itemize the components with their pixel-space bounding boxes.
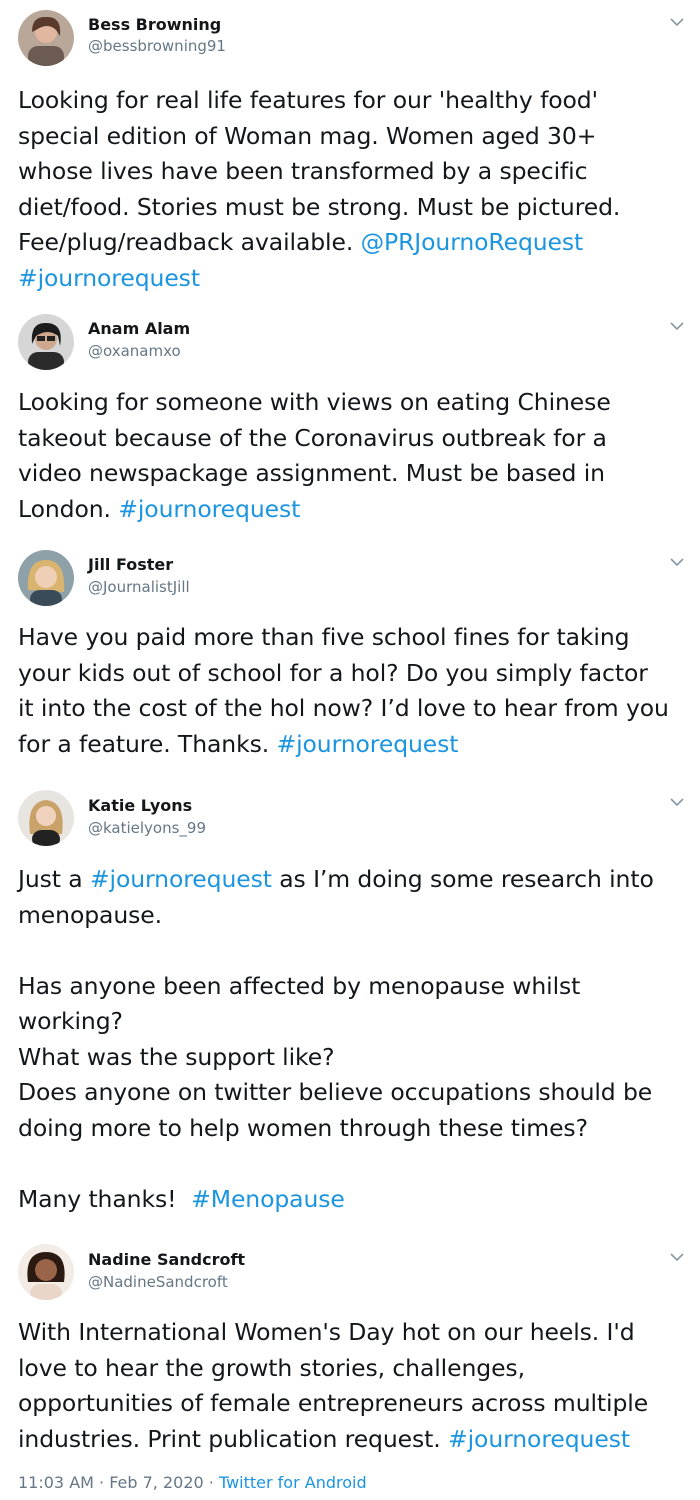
chevron-down-icon[interactable] (668, 1251, 686, 1265)
chevron-down-icon[interactable] (668, 16, 686, 30)
tweet-line: industries. Print publication request. #… (18, 1424, 630, 1453)
tweet-line: Has anyone been affected by menopause wh… (18, 971, 581, 1000)
author-handle[interactable]: @NadineSandcroft (88, 1273, 228, 1291)
tweet-line: Many thanks! #Menopause (18, 1184, 345, 1213)
hashtag-link[interactable]: #journorequest (276, 730, 458, 758)
chevron-down-icon[interactable] (668, 320, 686, 334)
author-name[interactable]: Jill Foster (88, 555, 173, 574)
tweet-line: love to hear the growth stories, challen… (18, 1353, 525, 1382)
tweet-line: What was the support like? (18, 1042, 335, 1071)
avatar[interactable] (18, 1244, 74, 1300)
tweet-line: for a feature. Thanks. #journorequest (18, 729, 459, 758)
tweet-source-link[interactable]: Twitter for Android (219, 1473, 367, 1492)
hashtag-link[interactable]: #journorequest (18, 264, 200, 292)
author-handle[interactable]: @bessbrowning91 (88, 37, 226, 55)
tweet-line: Looking for real life features for our '… (18, 86, 598, 114)
tweet-text: Just a #journorequest as I’m doing some … (18, 862, 694, 1217)
tweet-line: it into the cost of the hol now? I’d lov… (18, 694, 669, 722)
tweet-line: video newspackage assignment. Must be ba… (18, 459, 605, 487)
tweet-line: Have you paid more than five school fine… (18, 623, 630, 651)
tweet-line: working? (18, 1007, 123, 1035)
tweet-line: Looking for someone with views on eating… (18, 388, 611, 416)
tweet-line: #journorequest (18, 261, 694, 297)
chevron-down-icon[interactable] (668, 556, 686, 570)
author-handle[interactable]: @katielyons_99 (88, 819, 206, 837)
tweet-line: menopause. (18, 900, 163, 929)
tweet-line: diet/food. Stories must be strong. Must … (18, 192, 621, 221)
tweet-line: With International Women's Day hot on ou… (18, 1318, 635, 1346)
chevron-down-icon[interactable] (668, 796, 686, 810)
author-handle[interactable]: @oxanamxo (88, 342, 181, 360)
author-name[interactable]: Nadine Sandcroft (88, 1250, 245, 1269)
tweet-text: Looking for real life features for our '… (18, 83, 694, 296)
tweet-line: Fee/plug/readback available. @PRJournoRe… (18, 228, 584, 256)
tweet-line: doing more to help women through these t… (18, 1113, 588, 1142)
avatar[interactable] (18, 314, 74, 370)
tweet-timestamp[interactable]: 11:03 AM · Feb 7, 2020 · (18, 1473, 219, 1492)
tweet-timestamp-source: 11:03 AM · Feb 7, 2020 · Twitter for And… (18, 1473, 367, 1492)
hashtag-link[interactable]: #Menopause (191, 1185, 345, 1213)
tweet-line: opportunities of female entrepreneurs ac… (18, 1389, 649, 1417)
tweet-line: takeout because of the Coronavirus outbr… (18, 423, 607, 452)
avatar[interactable] (18, 790, 74, 846)
tweet-line: Just a #journorequest as I’m doing some … (18, 865, 654, 893)
hashtag-link[interactable]: #journorequest (118, 495, 300, 523)
avatar[interactable] (18, 550, 74, 606)
tweet-text: Looking for someone with views on eating… (18, 385, 694, 527)
tweet-line: whose lives have been transformed by a s… (18, 157, 588, 185)
mention-link[interactable]: @PRJournoRequest (361, 228, 584, 256)
tweet-text: With International Women's Day hot on ou… (18, 1315, 694, 1457)
tweet-line: your kids out of school for a hol? Do yo… (18, 658, 648, 687)
avatar[interactable] (18, 10, 74, 66)
author-name[interactable]: Katie Lyons (88, 796, 192, 815)
hashtag-link[interactable]: #journorequest (448, 1425, 630, 1453)
tweet-line: Does anyone on twitter believe occupatio… (18, 1078, 653, 1106)
hashtag-link[interactable]: #journorequest (90, 865, 272, 893)
author-handle[interactable]: @JournalistJill (88, 578, 190, 596)
author-name[interactable]: Anam Alam (88, 319, 190, 338)
author-name[interactable]: Bess Browning (88, 15, 221, 34)
tweet-line: London. #journorequest (18, 494, 301, 523)
tweet-text: Have you paid more than five school fine… (18, 620, 694, 762)
tweet-line: special edition of Woman mag. Women aged… (18, 121, 597, 150)
